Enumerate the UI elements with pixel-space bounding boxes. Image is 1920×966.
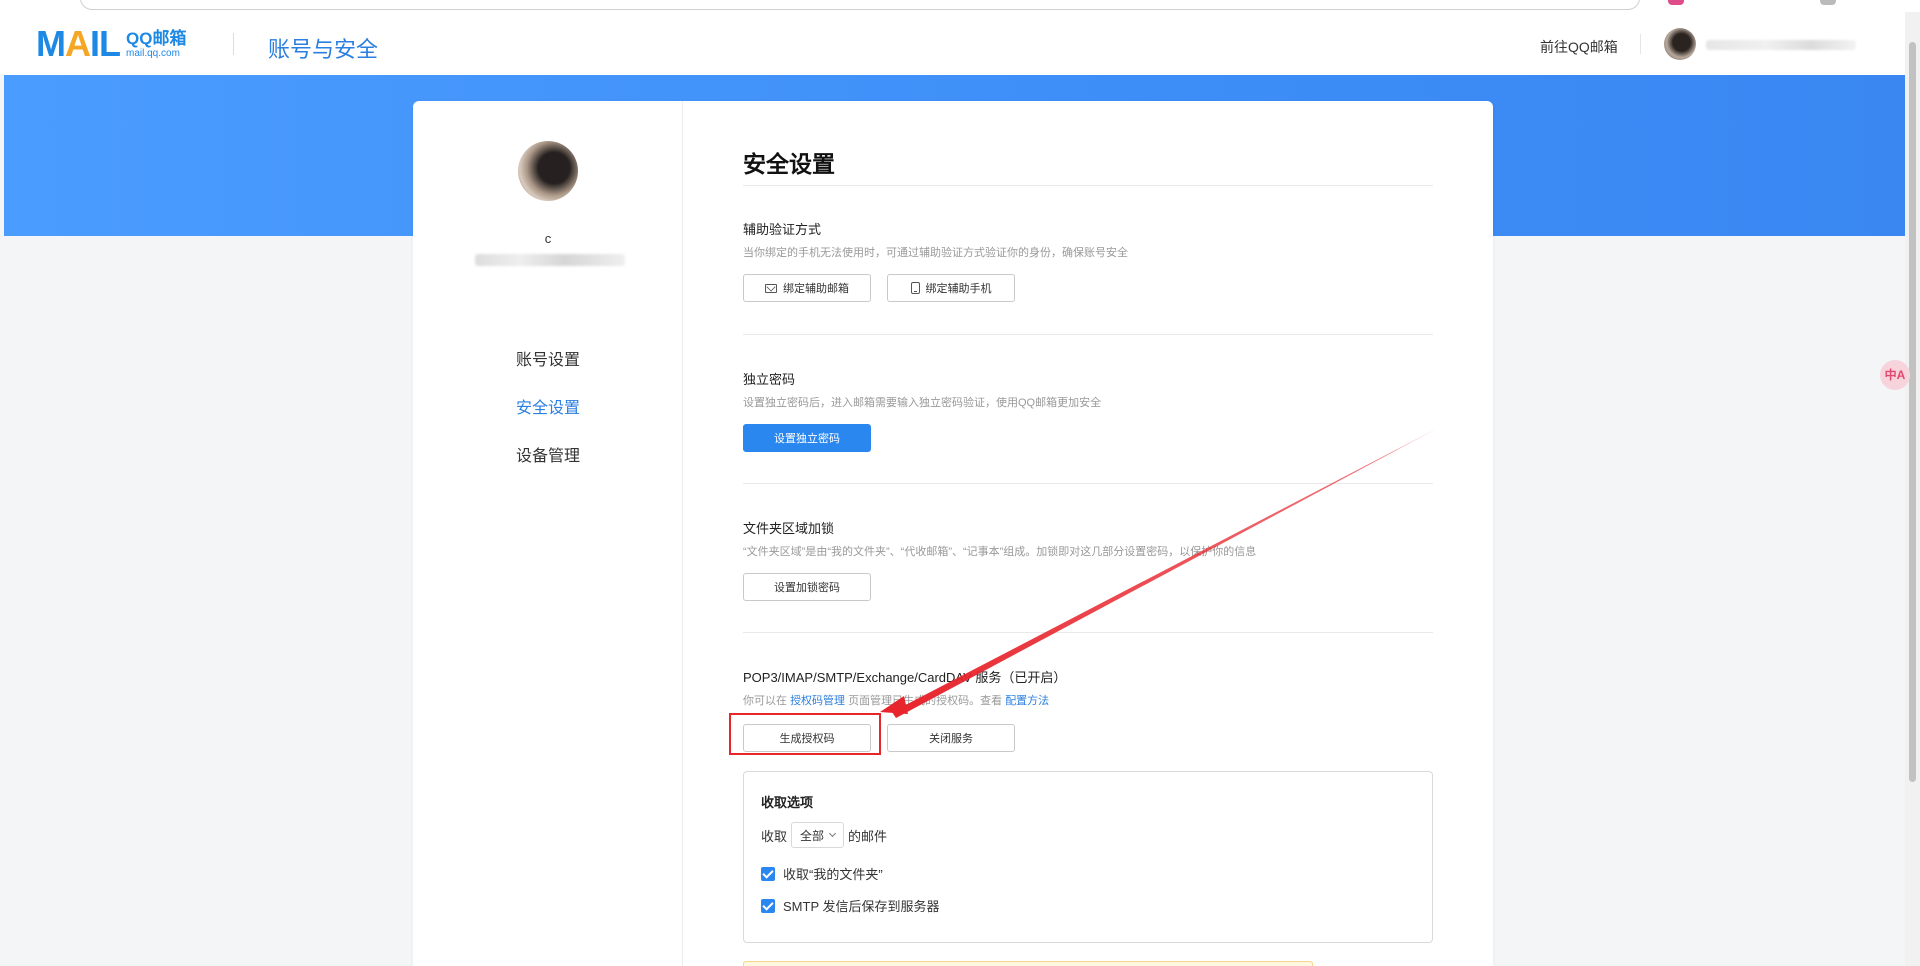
checkbox-label: SMTP 发信后保存到服务器 — [783, 899, 940, 914]
sidebar-nav: 账号设置 安全设置 设备管理 — [413, 337, 683, 481]
receive-prefix: 收取 — [761, 828, 788, 844]
checkbox-label: 收取“我的文件夹” — [783, 867, 883, 882]
receive-options-panel: 收取选项 收取 全部 的邮件 收取“我的文件夹” SMTP 发信后保存到服务器 — [743, 771, 1433, 943]
phone-icon — [910, 282, 920, 294]
notice-bar — [743, 961, 1313, 966]
user-nickname: c — [544, 231, 552, 246]
receive-scope-select[interactable]: 全部 — [791, 822, 845, 848]
translate-icon[interactable]: 中A — [1880, 360, 1910, 390]
receive-suffix: 的邮件 — [848, 828, 888, 844]
address-bar[interactable] — [80, 0, 1640, 10]
receive-scope-row: 收取 全部 的邮件 — [761, 822, 887, 848]
settings-card: c 账号设置 安全设置 设备管理 安全设置 辅助验证方式 当你绑定的手机无法使用… — [413, 101, 1493, 966]
section-desc: 设置独立密码后，进入邮箱需要输入独立密码验证，使用QQ邮箱更加安全 — [743, 397, 1102, 409]
bind-aux-phone-button[interactable]: 绑定辅助手机 — [887, 274, 1015, 302]
desc-prefix: 你可以在 — [743, 695, 787, 707]
sidebar: c 账号设置 安全设置 设备管理 — [413, 101, 683, 966]
extension-icon[interactable] — [1668, 0, 1684, 5]
section-desc: 你可以在 授权码管理 页面管理已生成的授权码。查看 配置方法 — [743, 692, 1433, 708]
check-smtp-save-row[interactable]: SMTP 发信后保存到服务器 — [761, 896, 940, 915]
profile-icon[interactable] — [1820, 0, 1836, 5]
user-account-redacted — [475, 254, 625, 266]
section-title: POP3/IMAP/SMTP/Exchange/CardDAV 服务（已开启） — [743, 670, 1067, 685]
check-icon[interactable] — [761, 898, 775, 913]
chevron-down-icon — [828, 829, 837, 838]
section-title: 辅助验证方式 — [743, 222, 822, 237]
title-divider — [743, 185, 1433, 186]
mail-icon — [765, 283, 777, 293]
section-desc: “文件夹区域”是由“我的文件夹”、“代收邮箱”、“记事本”组成。加锁即对这几部分… — [743, 546, 1257, 558]
auth-code-management-link[interactable]: 授权码管理 — [790, 695, 845, 707]
bind-aux-email-button[interactable]: 绑定辅助邮箱 — [743, 274, 871, 302]
section-title: 独立密码 — [743, 372, 796, 387]
check-icon[interactable] — [761, 866, 775, 881]
header-divider — [233, 33, 234, 55]
logo-qq-block: QQ邮箱 mail.qq.com — [126, 30, 186, 59]
section-independent-password: 独立密码 设置独立密码后，进入邮箱需要输入独立密码验证，使用QQ邮箱更加安全 设… — [743, 369, 1433, 452]
section-divider — [743, 334, 1433, 335]
set-independent-password-button[interactable]: 设置独立密码 — [743, 424, 871, 452]
user-avatar[interactable] — [1664, 28, 1696, 60]
config-method-link[interactable]: 配置方法 — [1005, 695, 1049, 707]
sidebar-item-security-settings[interactable]: 安全设置 — [413, 385, 683, 433]
annotation-highlight-box — [729, 713, 881, 755]
profile-avatar — [518, 141, 578, 201]
qq-mail-logo[interactable]: MAIL QQ邮箱 mail.qq.com — [36, 26, 186, 62]
set-lock-password-button[interactable]: 设置加锁密码 — [743, 573, 871, 601]
page-title: 安全设置 — [743, 151, 835, 177]
logo-qq-text: QQ邮箱 — [126, 28, 187, 48]
logo-mail-text: MAIL — [36, 23, 121, 64]
section-divider — [743, 632, 1433, 633]
receive-options-title: 收取选项 — [761, 795, 814, 810]
goto-qq-mail-link[interactable]: 前往QQ邮箱 — [1540, 37, 1618, 57]
desc-middle: 页面管理已生成的授权码。查看 — [848, 695, 1003, 707]
logo-domain-text: mail.qq.com — [126, 47, 180, 59]
select-value: 全部 — [800, 828, 825, 843]
button-label: 绑定辅助手机 — [925, 283, 992, 295]
section-desc: 当你绑定的手机无法使用时，可通过辅助验证方式验证你的身份，确保账号安全 — [743, 247, 1128, 259]
section-title: 文件夹区域加锁 — [743, 521, 835, 536]
section-folder-lock: 文件夹区域加锁 “文件夹区域”是由“我的文件夹”、“代收邮箱”、“记事本”组成。… — [743, 518, 1433, 601]
close-service-button[interactable]: 关闭服务 — [887, 724, 1015, 752]
page-header-title: 账号与安全 — [268, 37, 379, 62]
user-name-redacted — [1706, 40, 1856, 50]
top-header: MAIL QQ邮箱 mail.qq.com 账号与安全 前往QQ邮箱 — [0, 12, 1905, 75]
button-label: 绑定辅助邮箱 — [783, 283, 849, 295]
sidebar-item-account-settings[interactable]: 账号设置 — [413, 337, 683, 385]
header-divider — [1640, 34, 1641, 54]
sidebar-item-device-management[interactable]: 设备管理 — [413, 433, 683, 481]
section-aux-verify: 辅助验证方式 当你绑定的手机无法使用时，可通过辅助验证方式验证你的身份，确保账号… — [743, 219, 1433, 302]
scrollbar-thumb[interactable] — [1909, 42, 1916, 782]
check-my-folders-row[interactable]: 收取“我的文件夹” — [761, 864, 883, 883]
section-divider — [743, 483, 1433, 484]
browser-chrome — [0, 0, 1920, 12]
page-scrollbar[interactable] — [1905, 12, 1920, 966]
